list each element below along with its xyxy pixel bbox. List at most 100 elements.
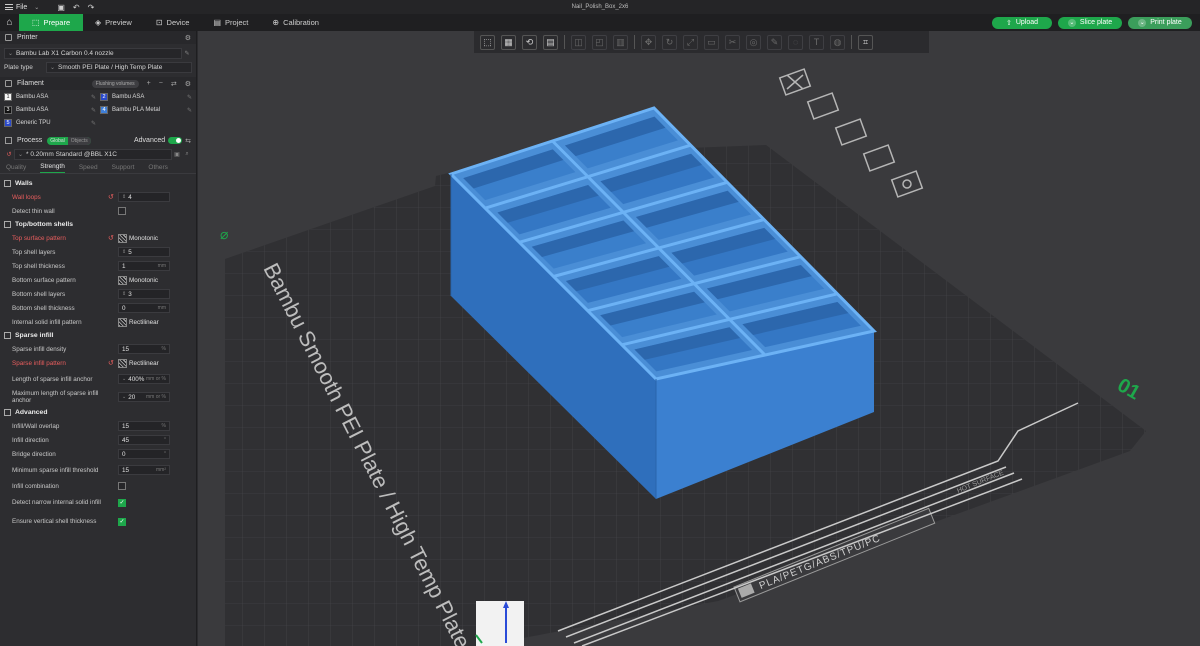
stepper-icon[interactable]: ⇕ [122,249,126,255]
anchor-length-input[interactable]: ⌄ 400% mm or % [118,374,170,384]
cut-icon[interactable]: ✂ [725,34,740,50]
advanced-toggle[interactable] [168,137,183,144]
reset-icon[interactable]: ↺ [108,193,118,201]
edit-icon[interactable]: ✎ [91,94,96,101]
vertical-shell-checkbox[interactable]: ✓ [118,517,126,526]
bottom-shell-layers-input[interactable]: ⇕ 3 [118,289,170,299]
tab-support[interactable]: Support [112,164,135,173]
remove-icon[interactable]: − [159,80,163,87]
filament-item[interactable]: 4 Bambu PLA Metal ✎ [100,105,192,115]
color-paint-icon[interactable]: ◍ [830,34,845,50]
filament-swatch[interactable]: 2 [100,93,108,101]
assembly-view-icon[interactable]: ⌗ [858,34,873,50]
detect-thin-wall-checkbox[interactable] [118,207,126,215]
global-label[interactable]: Global [47,137,67,145]
mesh-boolean-icon[interactable]: ◎ [746,34,761,50]
process-preset-select[interactable]: ⌄ * 0.20mm Standard @BBL X1C [14,148,172,160]
reset-icon[interactable]: ↺ [108,234,118,242]
filament-swatch[interactable]: 1 [4,93,12,101]
tab-device[interactable]: ⊡ Device [144,14,202,31]
text-icon[interactable]: T [809,34,824,50]
sparse-pattern-select[interactable]: Rectilinear [118,358,159,368]
split-parts-icon[interactable]: ◰ [592,34,607,50]
edit-icon[interactable]: ✎ [91,107,96,114]
wall-loops-input[interactable]: ⇕ 4 [118,192,170,202]
settings-icon[interactable]: ⚙ [185,80,191,88]
orient-icon[interactable] [834,118,868,146]
stepper-icon[interactable]: ⇕ [122,194,126,200]
tab-project[interactable]: ▤ Project [201,14,260,31]
auto-orient-icon[interactable]: ⟲ [522,34,537,50]
min-sparse-input[interactable]: 15 mm² [118,465,170,475]
reset-icon[interactable]: ↺ [108,359,118,367]
tab-preview[interactable]: ◈ Preview [83,14,144,31]
bottom-surface-pattern-select[interactable]: Monotonic [118,275,158,285]
edit-icon[interactable]: ✎ [187,107,192,114]
infill-overlap-input[interactable]: 15% [118,421,170,431]
undo-icon[interactable]: ↶ [73,3,80,12]
bridge-direction-input[interactable]: 0 ° [118,449,170,459]
lay-flat-icon[interactable]: ▭ [704,34,719,50]
tab-prepare[interactable]: ⬚ Prepare [19,14,83,31]
filament-item[interactable]: 1 Bambu ASA ✎ [4,92,96,102]
redo-icon[interactable]: ↷ [88,3,95,12]
axis-gizmo[interactable] [475,601,524,646]
support-paint-icon[interactable]: ✎ [767,34,782,50]
chevron-down-icon[interactable]: ⌄ [122,394,126,400]
narrow-infill-checkbox[interactable]: ✓ [118,498,126,507]
search-icon[interactable]: ⌕ [182,151,192,158]
filament-item[interactable]: 5 Generic TPU ✎ [4,118,96,128]
filament-swatch[interactable]: 5 [4,119,12,127]
stepper-icon[interactable]: ⇕ [122,291,126,297]
sparse-density-input[interactable]: 15% [118,344,170,354]
tab-quality[interactable]: Quality [6,164,26,173]
print-plate-button[interactable]: ⌄ Print plate [1128,16,1192,29]
layer-edit-icon[interactable]: ▥ [613,34,628,50]
arrange-icon[interactable] [806,92,840,120]
settings-icon[interactable]: ⚙ [185,34,191,42]
edit-icon[interactable]: ✎ [91,120,96,127]
edit-icon[interactable]: ✎ [187,94,192,101]
top-shell-thickness-input[interactable]: 1 mm [118,261,170,271]
upload-button[interactable]: ⇧ Upload [992,16,1052,29]
add-icon[interactable]: + [147,80,151,87]
lock-icon[interactable] [862,144,896,172]
filament-item[interactable]: 2 Bambu ASA ✎ [100,92,192,102]
file-menu[interactable]: File ⌄ [5,4,39,11]
arrange-icon[interactable]: ▤ [543,34,558,50]
home-icon[interactable]: ⌂ [0,14,19,31]
tab-strength[interactable]: Strength [40,163,65,173]
seam-paint-icon[interactable]: ◌ [788,34,803,50]
compare-icon[interactable]: ⇆ [185,137,191,145]
slice-plate-button[interactable]: ⌄ Slice plate [1058,16,1122,29]
scale-icon[interactable]: ⤢ [683,34,698,50]
3d-viewport[interactable]: Bambu Smooth PEI Plate / High Temp Plate… [198,31,1200,646]
edit-icon[interactable]: ✎ [182,50,192,57]
reset-icon[interactable]: ↺ [4,151,14,158]
tab-calibration[interactable]: ⊕ Calibration [260,14,331,31]
plate-type-select[interactable]: ⌄ Smooth PEI Plate / High Temp Plate [46,61,192,73]
tab-others[interactable]: Others [148,164,168,173]
infill-direction-input[interactable]: 45 ° [118,435,170,445]
rotate-icon[interactable]: ↻ [662,34,677,50]
sync-icon[interactable]: ⇄ [171,80,177,88]
add-plate-icon[interactable]: ▦ [501,34,516,50]
chevron-down-icon[interactable]: ⌄ [122,376,126,382]
top-surface-pattern-select[interactable]: Monotonic [118,233,158,243]
filament-item[interactable]: 3 Bambu ASA ✎ [4,105,96,115]
bottom-shell-thickness-input[interactable]: 0 mm [118,303,170,313]
internal-solid-pattern-select[interactable]: Rectilinear [118,317,159,327]
flushing-volumes-button[interactable]: Flushing volumes [91,79,139,88]
filament-swatch[interactable]: 3 [4,106,12,114]
scene-canvas[interactable]: Bambu Smooth PEI Plate / High Temp Plate… [198,31,1200,646]
printer-select[interactable]: ⌄ Bambu Lab X1 Carbon 0.4 nozzle [4,47,182,59]
save-icon[interactable]: ▣ [57,3,65,12]
top-shell-layers-input[interactable]: ⇕ 5 [118,247,170,257]
move-icon[interactable]: ✥ [641,34,656,50]
split-objects-icon[interactable]: ◫ [571,34,586,50]
filament-swatch[interactable]: 4 [100,106,108,114]
add-object-icon[interactable]: ⬚ [480,34,495,50]
objects-label[interactable]: Objects [67,136,91,145]
settings-icon[interactable] [890,170,924,198]
save-icon[interactable]: ▣ [172,151,182,158]
